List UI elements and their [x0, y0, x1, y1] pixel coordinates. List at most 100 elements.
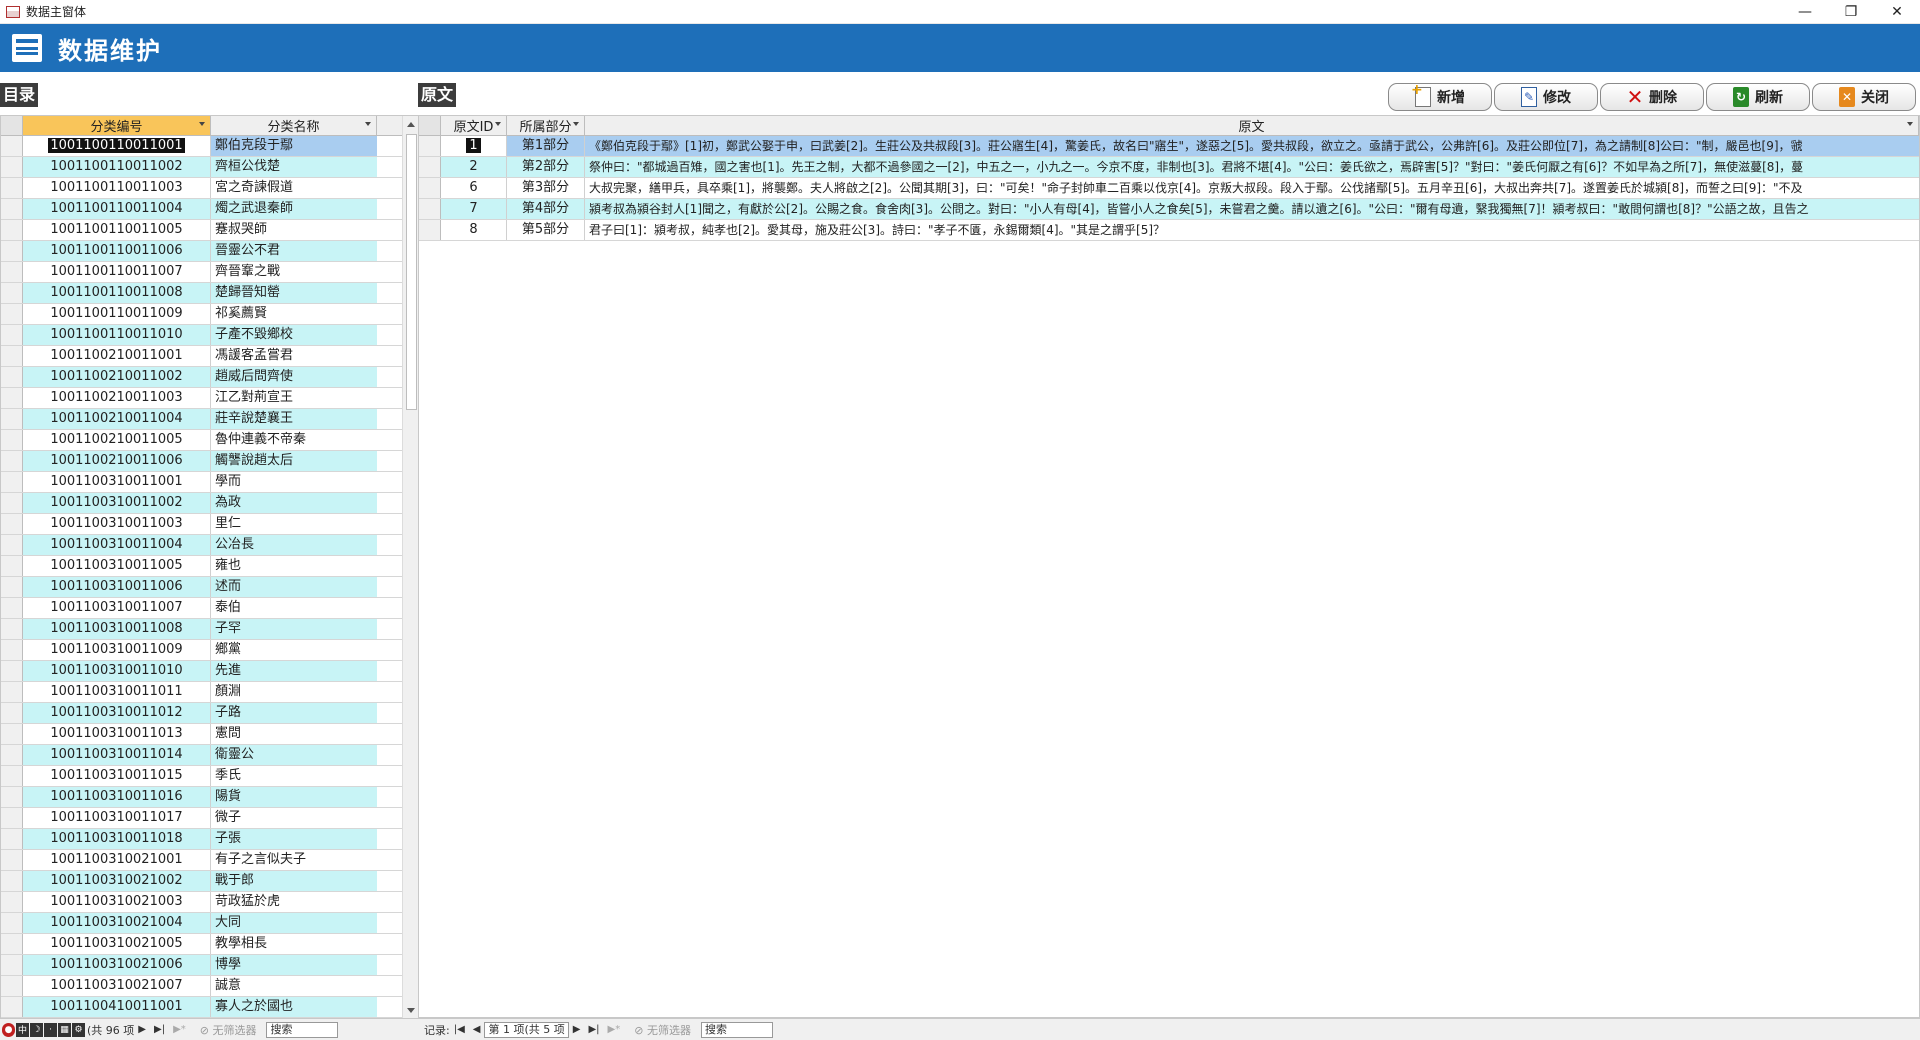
- row-selector[interactable]: [419, 157, 441, 177]
- table-row[interactable]: 1001100310021006 博學: [1, 955, 419, 976]
- text-id-cell[interactable]: 1: [441, 136, 507, 156]
- category-id-cell[interactable]: 1001100110011003: [23, 178, 211, 198]
- part-cell[interactable]: 第5部分: [507, 220, 585, 240]
- table-row[interactable]: 1001100310011015 季氏: [1, 766, 419, 787]
- row-selector[interactable]: [1, 787, 23, 807]
- category-name-cell[interactable]: 祁奚薦賢: [211, 304, 377, 324]
- table-row[interactable]: 1001100310021007 誠意: [1, 976, 419, 997]
- category-id-cell[interactable]: 1001100310021005: [23, 934, 211, 954]
- table-row[interactable]: 7 第4部分 潁考叔為潁谷封人[1]聞之，有獻於公[2]。公賜之食。食舍肉[3]。公…: [419, 199, 1919, 220]
- row-selector[interactable]: [1, 682, 23, 702]
- table-row[interactable]: 1001100310011018 子張: [1, 829, 419, 850]
- next-record-icon[interactable]: ▶: [138, 1024, 146, 1035]
- row-selector[interactable]: [1, 976, 23, 996]
- ime-logo-icon[interactable]: ●: [2, 1022, 15, 1037]
- row-selector[interactable]: [1, 283, 23, 303]
- scrollbar-thumb[interactable]: [406, 134, 417, 410]
- category-name-cell[interactable]: 微子: [211, 808, 377, 828]
- row-selector[interactable]: [1, 661, 23, 681]
- category-name-cell[interactable]: 子產不毀鄉校: [211, 325, 377, 345]
- sort-dropdown-icon[interactable]: [365, 122, 371, 126]
- row-selector[interactable]: [1, 430, 23, 450]
- sort-dropdown-icon[interactable]: [199, 122, 205, 126]
- row-selector[interactable]: [1, 598, 23, 618]
- column-header-category-name[interactable]: 分类名称: [211, 116, 377, 135]
- category-id-cell[interactable]: 1001100210011004: [23, 409, 211, 429]
- table-row[interactable]: 1001100210011006 觸讋說趙太后: [1, 451, 419, 472]
- category-name-cell[interactable]: 雍也: [211, 556, 377, 576]
- ime-settings-icon[interactable]: ⚙: [72, 1022, 85, 1037]
- category-name-cell[interactable]: 莊辛說楚襄王: [211, 409, 377, 429]
- filter-indicator[interactable]: ⊘ 无筛选器: [634, 1022, 691, 1038]
- category-name-cell[interactable]: 寡人之於國也: [211, 997, 377, 1017]
- previous-record-icon[interactable]: ◀: [473, 1024, 481, 1035]
- row-selector[interactable]: [1, 409, 23, 429]
- category-name-cell[interactable]: 齊晉鞌之戰: [211, 262, 377, 282]
- scroll-up-icon[interactable]: [407, 122, 415, 127]
- table-row[interactable]: 8 第5部分 君子曰[1]：潁考叔，純孝也[2]。愛其母，施及莊公[3]。詩曰："孝…: [419, 220, 1919, 241]
- row-selector[interactable]: [1, 955, 23, 975]
- table-row[interactable]: 1 第1部分 《鄭伯克段于鄢》[1]初，鄭武公娶于申，曰武姜[2]。生莊公及共叔段[…: [419, 136, 1919, 157]
- ime-keyboard-icon[interactable]: ▦: [58, 1022, 71, 1037]
- close-button[interactable]: ✕ 关闭: [1812, 83, 1916, 111]
- scroll-down-icon[interactable]: [407, 1008, 415, 1013]
- table-row[interactable]: 1001100110011002 齊桓公伐楚: [1, 157, 419, 178]
- table-row[interactable]: 1001100310011006 述而: [1, 577, 419, 598]
- category-name-cell[interactable]: 憲問: [211, 724, 377, 744]
- category-id-cell[interactable]: 1001100210011005: [23, 430, 211, 450]
- category-name-cell[interactable]: 衛靈公: [211, 745, 377, 765]
- row-selector[interactable]: [1, 535, 23, 555]
- row-selector[interactable]: [1, 934, 23, 954]
- text-id-cell[interactable]: 8: [441, 220, 507, 240]
- category-id-cell[interactable]: 1001100310021003: [23, 892, 211, 912]
- ime-moon-icon[interactable]: ☽: [30, 1022, 43, 1037]
- table-row[interactable]: 1001100310011003 里仁: [1, 514, 419, 535]
- table-row[interactable]: 1001100110011003 宮之奇諫假道: [1, 178, 419, 199]
- sort-dropdown-icon[interactable]: [573, 122, 579, 126]
- text-cell[interactable]: 《鄭伯克段于鄢》[1]初，鄭武公娶于申，曰武姜[2]。生莊公及共叔段[3]。莊公…: [585, 136, 1919, 156]
- table-row[interactable]: 6 第3部分 大叔完聚，繕甲兵，具卒乘[1]，將襲鄭。夫人將啟之[2]。公聞其期[3…: [419, 178, 1919, 199]
- category-id-cell[interactable]: 1001100310011011: [23, 682, 211, 702]
- new-record-nav-icon[interactable]: ▶*: [608, 1024, 621, 1035]
- table-row[interactable]: 1001100110011004 燭之武退秦師: [1, 199, 419, 220]
- column-header-part[interactable]: 所属部分: [507, 116, 585, 135]
- last-record-icon[interactable]: ▶|: [154, 1024, 165, 1035]
- category-id-cell[interactable]: 1001100210011006: [23, 451, 211, 471]
- restore-button[interactable]: ❐: [1828, 0, 1874, 24]
- category-name-cell[interactable]: 有子之言似夫子: [211, 850, 377, 870]
- table-row[interactable]: 1001100310011008 子罕: [1, 619, 419, 640]
- table-row[interactable]: 2 第2部分 祭仲曰："都城過百雉，國之害也[1]。先王之制，大都不過參國之一[2]…: [419, 157, 1919, 178]
- table-row[interactable]: 1001100110011005 蹇叔哭師: [1, 220, 419, 241]
- next-record-icon[interactable]: ▶: [573, 1024, 581, 1035]
- row-selector[interactable]: [1, 388, 23, 408]
- category-id-cell[interactable]: 1001100310011013: [23, 724, 211, 744]
- category-id-cell[interactable]: 1001100110011002: [23, 157, 211, 177]
- category-id-cell[interactable]: 1001100310011006: [23, 577, 211, 597]
- new-record-nav-icon[interactable]: ▶*: [173, 1024, 186, 1035]
- category-name-cell[interactable]: 戰于郎: [211, 871, 377, 891]
- row-selector[interactable]: [419, 178, 441, 198]
- row-selector[interactable]: [1, 304, 23, 324]
- delete-button[interactable]: ✕ 删除: [1600, 83, 1704, 111]
- category-id-cell[interactable]: 1001100110011009: [23, 304, 211, 324]
- table-row[interactable]: 1001100310011002 為政: [1, 493, 419, 514]
- new-button[interactable]: 新增: [1388, 82, 1492, 111]
- category-id-cell[interactable]: 1001100310011016: [23, 787, 211, 807]
- row-selector[interactable]: [1, 493, 23, 513]
- category-name-cell[interactable]: 里仁: [211, 514, 377, 534]
- category-name-cell[interactable]: 趙威后問齊使: [211, 367, 377, 387]
- column-header-text-id[interactable]: 原文ID: [441, 116, 507, 135]
- row-selector[interactable]: [1, 892, 23, 912]
- row-selector[interactable]: [1, 745, 23, 765]
- table-row[interactable]: 1001100310011009 鄉黨: [1, 640, 419, 661]
- filter-indicator[interactable]: ⊘ 无筛选器: [200, 1022, 257, 1038]
- row-selector[interactable]: [1, 640, 23, 660]
- sort-dropdown-icon[interactable]: [495, 122, 501, 126]
- category-name-cell[interactable]: 陽貨: [211, 787, 377, 807]
- table-row[interactable]: 1001100210011003 江乙對荊宣王: [1, 388, 419, 409]
- row-selector[interactable]: [1, 577, 23, 597]
- table-row[interactable]: 1001100310021002 戰于郎: [1, 871, 419, 892]
- category-name-cell[interactable]: 楚歸晉知罃: [211, 283, 377, 303]
- category-id-cell[interactable]: 1001100310011009: [23, 640, 211, 660]
- table-row[interactable]: 1001100310011007 泰伯: [1, 598, 419, 619]
